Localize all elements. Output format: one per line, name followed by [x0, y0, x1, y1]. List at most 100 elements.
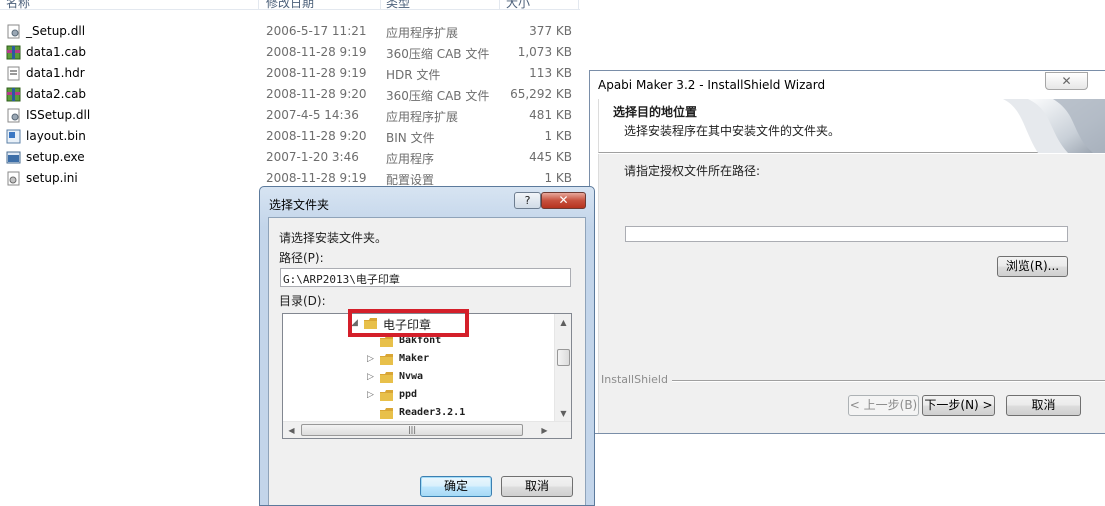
file-type: BIN 文件	[386, 131, 435, 145]
column-divider[interactable]	[578, 0, 579, 9]
file-size: 377 KB	[529, 24, 572, 38]
folder-icon	[379, 371, 394, 384]
column-size[interactable]: 大小	[506, 0, 530, 9]
file-name: setup.exe	[26, 150, 85, 164]
wizard-titlebar[interactable]: Apabi Maker 3.2 - InstallShield Wizard ✕	[590, 71, 1105, 99]
help-icon: ?	[524, 194, 531, 207]
wizard-body: 请指定授权文件所在路径: 浏览(R)... InstallShield < 上一…	[598, 154, 1105, 433]
select-folder-dialog: 选择文件夹 ? ✕ 请选择安装文件夹。 路径(P): G:\ARP2013\电子…	[259, 186, 595, 506]
installshield-brand: InstallShield	[601, 373, 672, 386]
file-type: HDR 文件	[386, 68, 441, 82]
tree-vertical-scrollbar[interactable]: ▲ ▼	[554, 314, 571, 422]
scroll-right-icon[interactable]: ▶	[536, 422, 553, 438]
tree-node-label: Nvwa	[399, 371, 424, 382]
file-size: 1 KB	[544, 171, 572, 185]
file-row[interactable]: data1.cab 2008-11-28 9:19 360压缩 CAB 文件 1,07…	[0, 42, 580, 63]
file-size: 113 KB	[529, 66, 572, 80]
column-divider[interactable]	[380, 0, 381, 9]
file-date: 2008-11-28 9:20	[266, 87, 367, 101]
file-size: 1,073 KB	[517, 45, 572, 59]
folder-dialog-close-button[interactable]: ✕	[541, 192, 586, 209]
file-row[interactable]: data1.hdr 2008-11-28 9:19 HDR 文件 113 KB	[0, 63, 580, 84]
horizontal-scroll-thumb[interactable]: |||	[301, 424, 523, 436]
column-type[interactable]: 类型	[386, 0, 410, 9]
wizard-close-button[interactable]: ✕	[1045, 72, 1088, 90]
column-date[interactable]: 修改日期	[266, 0, 314, 9]
directory-label: 目录(D):	[279, 294, 326, 308]
file-row[interactable]: setup.exe 2007-1-20 3:46 应用程序 445 KB	[0, 147, 580, 168]
file-date: 2007-4-5 14:36	[266, 108, 359, 122]
column-divider[interactable]	[499, 0, 500, 9]
folder-cancel-button[interactable]: 取消	[501, 476, 573, 497]
path-label: 路径(P):	[279, 251, 324, 265]
scroll-down-icon[interactable]: ▼	[555, 405, 571, 422]
file-type: 应用程序扩展	[386, 26, 459, 40]
wizard-header-title: 选择目的地位置	[613, 105, 698, 119]
folder-icon	[379, 353, 394, 366]
file-size: 481 KB	[529, 108, 572, 122]
file-date: 2008-11-28 9:19	[266, 66, 367, 80]
folder-instruction: 请选择安装文件夹。	[279, 231, 388, 245]
dll-file-icon	[6, 24, 21, 39]
file-type: 应用程序	[386, 152, 435, 166]
file-size: 1 KB	[544, 129, 572, 143]
archive-file-icon	[6, 87, 21, 102]
help-button[interactable]: ?	[514, 192, 541, 209]
license-path-field[interactable]	[625, 226, 1068, 242]
folder-dialog-title: 选择文件夹	[269, 198, 330, 212]
ok-button[interactable]: 确定	[420, 476, 492, 497]
exe-file-icon	[6, 150, 21, 165]
vertical-scroll-thumb[interactable]	[557, 349, 570, 366]
tree-node-label: Maker	[399, 353, 430, 364]
file-date: 2006-5-17 11:21	[266, 24, 367, 38]
folder-path-input[interactable]: G:\ARP2013\电子印章	[280, 268, 571, 287]
column-header[interactable]: 名称 修改日期 类型 大小	[0, 0, 580, 10]
file-size: 445 KB	[529, 150, 572, 164]
wizard-header-subtitle: 选择安装程序在其中安装文件的文件夹。	[624, 124, 841, 138]
wizard-title: Apabi Maker 3.2 - InstallShield Wizard	[598, 78, 826, 92]
ini-file-icon	[6, 171, 21, 186]
tree-horizontal-scrollbar[interactable]: ◀ ||| ▶	[283, 421, 571, 438]
file-name: data1.cab	[26, 45, 87, 59]
expand-arrow-icon[interactable]: ▷	[367, 354, 375, 364]
expand-arrow-icon[interactable]: ▷	[367, 390, 375, 400]
wizard-path-prompt: 请指定授权文件所在路径:	[624, 164, 761, 178]
file-row[interactable]: ISSetup.dll 2007-4-5 14:36 应用程序扩展 481 KB	[0, 105, 580, 126]
wizard-banner-icon	[1003, 99, 1105, 153]
file-name: ISSetup.dll	[26, 108, 91, 122]
file-type: 360压缩 CAB 文件	[386, 89, 490, 103]
folder-dialog-content: 请选择安装文件夹。 路径(P): G:\ARP2013\电子印章 目录(D): …	[268, 217, 586, 505]
file-date: 2008-11-28 9:19	[266, 45, 367, 59]
file-name: data2.cab	[26, 87, 87, 101]
wizard-divider	[667, 380, 1105, 382]
wizard-header: 选择目的地位置 选择安装程序在其中安装文件的文件夹。	[598, 99, 1105, 153]
file-size: 65,292 KB	[510, 87, 572, 101]
scroll-left-icon[interactable]: ◀	[283, 422, 300, 438]
bin-file-icon	[6, 129, 21, 144]
column-divider[interactable]	[258, 0, 259, 9]
file-name: setup.ini	[26, 171, 78, 185]
generic-file-icon	[6, 66, 21, 81]
file-row[interactable]: _Setup.dll 2006-5-17 11:21 应用程序扩展 377 KB	[0, 21, 580, 42]
file-date: 2008-11-28 9:20	[266, 129, 367, 143]
scroll-up-icon[interactable]: ▲	[555, 314, 571, 331]
back-button[interactable]: < 上一步(B)	[848, 395, 919, 416]
file-row[interactable]: data2.cab 2008-11-28 9:20 360压缩 CAB 文件 65,2…	[0, 84, 580, 105]
dll-file-icon	[6, 108, 21, 123]
browse-button[interactable]: 浏览(R)...	[997, 256, 1068, 277]
close-icon: ✕	[1061, 74, 1072, 88]
close-icon: ✕	[558, 193, 569, 207]
archive-file-icon	[6, 45, 21, 60]
file-name: layout.bin	[26, 129, 86, 143]
column-name[interactable]: 名称	[6, 0, 30, 9]
tree-node-label: ppd	[399, 389, 418, 400]
tree-node-label: Reader3.2.1	[399, 407, 466, 418]
file-date: 2007-1-20 3:46	[266, 150, 359, 164]
wizard-cancel-button[interactable]: 取消	[1006, 395, 1081, 416]
expand-arrow-icon[interactable]: ▷	[367, 372, 375, 382]
file-type: 360压缩 CAB 文件	[386, 47, 490, 61]
next-button[interactable]: 下一步(N) >	[922, 395, 995, 416]
folder-icon	[379, 389, 394, 402]
file-name: data1.hdr	[26, 66, 85, 80]
file-row[interactable]: layout.bin 2008-11-28 9:20 BIN 文件 1 KB	[0, 126, 580, 147]
